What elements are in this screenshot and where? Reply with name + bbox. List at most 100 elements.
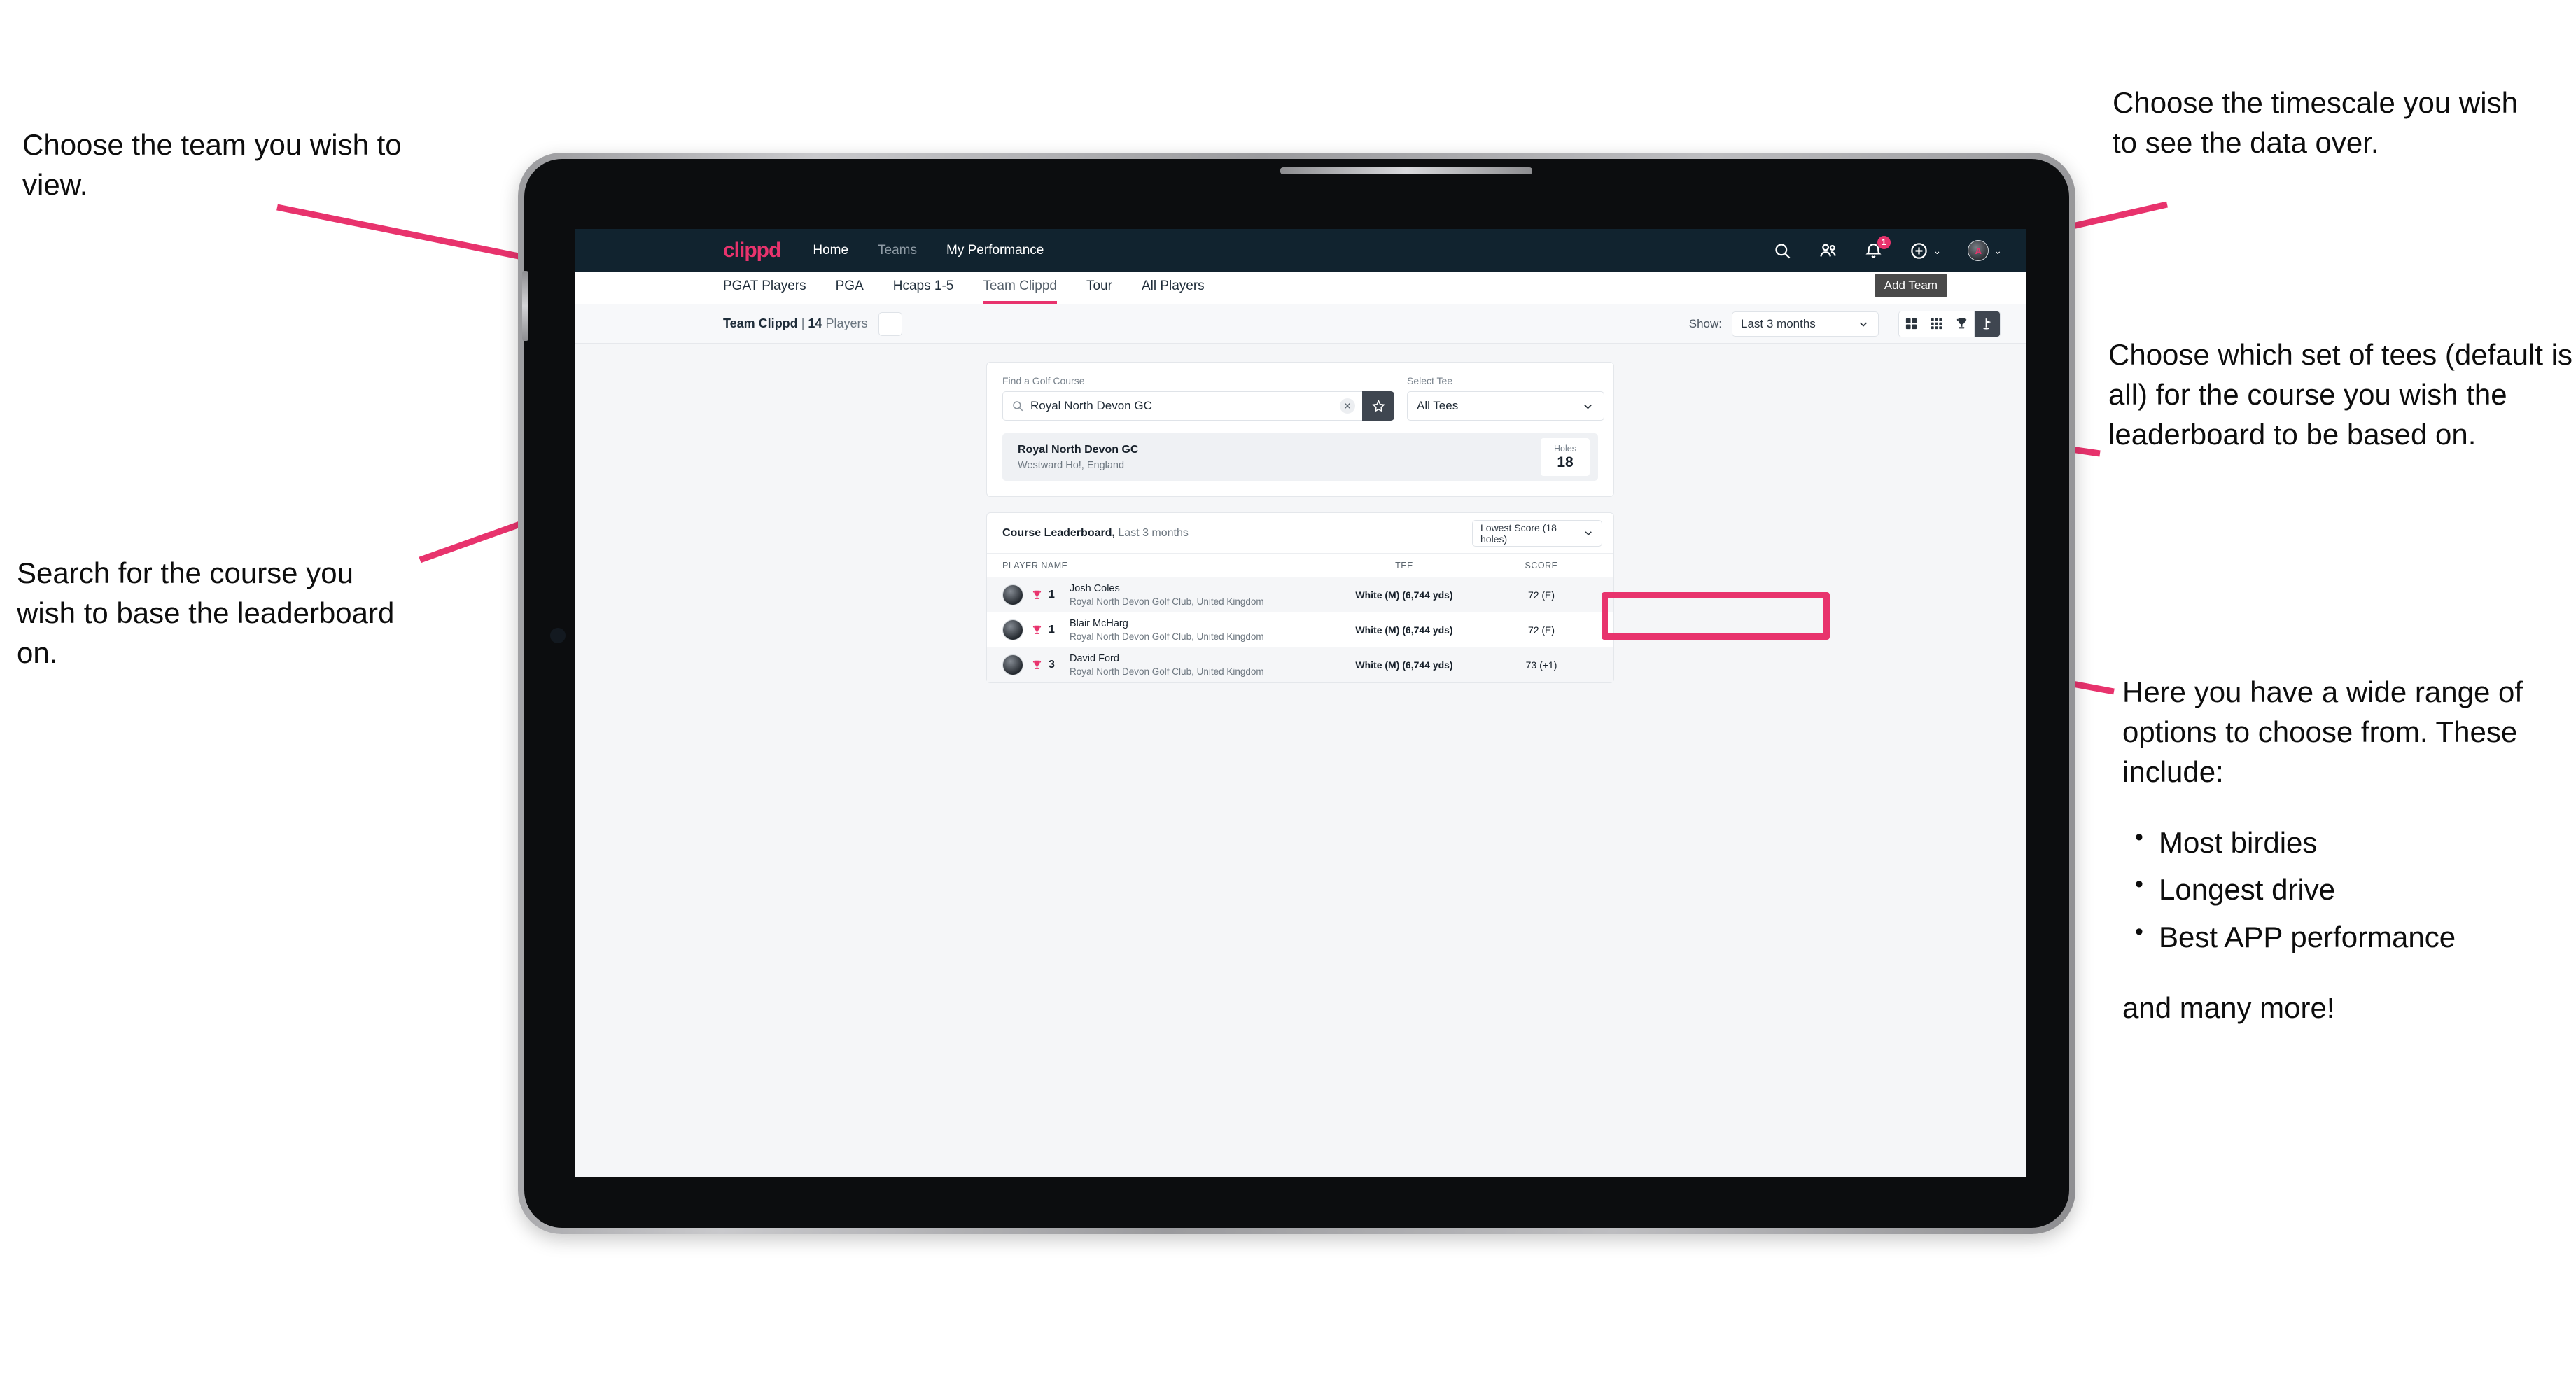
tab-tour[interactable]: Tour <box>1086 279 1112 304</box>
holes-value: 18 <box>1557 454 1574 470</box>
primary-nav: Home Teams My Performance <box>813 243 1044 258</box>
course-result-card[interactable]: Royal North Devon GC Westward Ho!, Engla… <box>1002 433 1598 481</box>
chevron-down-icon <box>1585 531 1592 536</box>
annotation-team: Choose the team you wish to view. <box>22 128 402 202</box>
golf-flag-view-button[interactable] <box>1975 311 2000 337</box>
player-club: Royal North Devon Golf Club, United King… <box>1070 666 1264 677</box>
annotation-timescale: Choose the timescale you wish to see the… <box>2113 86 2518 160</box>
app-header: clippd Home Teams My Performance 1 ⌄ A ⌄… <box>575 229 2026 298</box>
trophy-icon <box>1032 660 1042 669</box>
home-indicator <box>550 628 566 643</box>
tee-select-value: All Tees <box>1417 399 1459 412</box>
timescale-select[interactable]: Last 3 months <box>1732 311 1879 337</box>
annotation-options-list: Most birdies Longest drive Best APP perf… <box>2135 821 2570 956</box>
tee-select[interactable]: All Tees <box>1407 391 1604 421</box>
nav-item-teams[interactable]: Teams <box>878 243 917 258</box>
player-name: David Ford <box>1070 653 1119 664</box>
avatar[interactable]: A <box>1968 240 1989 261</box>
star-icon <box>1371 399 1385 412</box>
leaderboard-title-main: Course Leaderboard, <box>1002 526 1115 539</box>
course-search-input[interactable]: Royal North Devon GC ✕ <box>1002 391 1362 421</box>
tab-team-clippd[interactable]: Team Clippd <box>983 279 1057 304</box>
annotation-options-intro: Here you have a wide range of options to… <box>2122 676 2524 789</box>
leaderboard-column-headers: PLAYER NAME TEE SCORE <box>987 554 1614 578</box>
trophy-view-button[interactable] <box>1949 311 1975 337</box>
clippd-logo[interactable]: clippd <box>723 239 781 262</box>
tab-all-players[interactable]: All Players <box>1142 279 1205 304</box>
player-score: 72 (E) <box>1527 589 1555 601</box>
chevron-down-icon[interactable]: ⌄ <box>1994 245 2002 257</box>
team-players-word: Players <box>825 316 868 330</box>
notifications-bell-icon[interactable]: 1 <box>1864 235 1891 260</box>
search-icon[interactable] <box>1773 241 1792 260</box>
notification-badge: 1 <box>1877 235 1891 249</box>
trophy-icon <box>1032 625 1042 634</box>
add-menu[interactable]: ⌄ <box>1910 241 1942 260</box>
tablet-bezel: clippd Home Teams My Performance 1 ⌄ A ⌄… <box>522 159 2069 1228</box>
avatar <box>1002 584 1023 606</box>
player-name: Josh Coles <box>1070 583 1120 594</box>
volume-button[interactable] <box>522 271 528 341</box>
tab-pga[interactable]: PGA <box>836 279 864 304</box>
nav-item-home[interactable]: Home <box>813 243 848 258</box>
player-club: Royal North Devon Golf Club, United King… <box>1070 631 1264 642</box>
column-header-score: SCORE <box>1525 560 1558 570</box>
chevron-down-icon <box>1859 322 1868 327</box>
tablet-frame: clippd Home Teams My Performance 1 ⌄ A ⌄… <box>518 153 2076 1234</box>
tab-pgat-players[interactable]: PGAT Players <box>723 279 806 304</box>
main-content: Find a Golf Course Royal North Devon GC … <box>575 344 2026 683</box>
show-label: Show: <box>1688 316 1722 330</box>
chevron-down-icon[interactable]: ⌄ <box>1933 245 1942 257</box>
course-result-location: Westward Ho!, England <box>1018 459 1125 471</box>
tablet-screen: clippd Home Teams My Performance 1 ⌄ A ⌄… <box>575 229 2026 1177</box>
table-row[interactable]: 1 Blair McHarg Royal North Devon Golf Cl… <box>987 612 1614 648</box>
list-item: Longest drive <box>2135 868 2570 909</box>
nav-item-my-performance[interactable]: My Performance <box>946 243 1044 258</box>
annotation-options: Here you have a wide range of options to… <box>2122 672 2570 1028</box>
plus-circle-icon[interactable] <box>1910 241 1928 260</box>
avatar <box>1002 654 1023 676</box>
leaderboard-sort-select[interactable]: Lowest Score (18 holes) <box>1472 519 1602 547</box>
tee-select-label: Select Tee <box>1407 375 1453 386</box>
account-menu[interactable]: A ⌄ <box>1968 240 2002 261</box>
leaderboard-header: Course Leaderboard, Last 3 months Lowest… <box>987 513 1614 554</box>
add-team-tooltip: Add Team <box>1874 274 1947 298</box>
search-icon <box>1013 401 1023 412</box>
holes-label: Holes <box>1554 443 1576 454</box>
favourite-star-button[interactable] <box>1362 391 1394 421</box>
player-tee: White (M) (6,744 yds) <box>1355 589 1453 601</box>
player-club: Royal North Devon Golf Club, United King… <box>1070 596 1264 607</box>
list-item: Most birdies <box>2135 821 2570 862</box>
grid-3x3-view-button[interactable] <box>1924 311 1949 337</box>
column-header-tee: TEE <box>1395 560 1413 570</box>
table-row[interactable]: 3 David Ford Royal North Devon Golf Club… <box>987 648 1614 682</box>
team-name: Team Clippd <box>723 316 798 330</box>
course-search-field: Find a Golf Course Royal North Devon GC … <box>1002 375 1394 421</box>
table-row[interactable]: 1 Josh Coles Royal North Devon Golf Club… <box>987 578 1614 612</box>
tee-select-field: Select Tee All Tees <box>1407 375 1604 421</box>
tab-hcaps-1-5[interactable]: Hcaps 1-5 <box>893 279 954 304</box>
team-tabs: PGAT Players PGA Hcaps 1-5 Team Clippd T… <box>575 272 2026 304</box>
view-toggle-group <box>1898 310 2001 337</box>
clear-icon[interactable]: ✕ <box>1340 398 1355 414</box>
team-summary: Team Clippd | 14 Players <box>723 316 867 331</box>
column-header-player: PLAYER NAME <box>1002 560 1068 570</box>
avatar <box>1002 620 1023 640</box>
page-root: Choose the team you wish to view. Search… <box>0 0 2576 1386</box>
chevron-down-icon <box>1584 404 1592 409</box>
leaderboard-title: Course Leaderboard, Last 3 months <box>1002 527 1189 540</box>
holes-badge: Holes 18 <box>1541 438 1590 476</box>
edit-team-button[interactable] <box>878 312 903 336</box>
course-search-label: Find a Golf Course <box>1002 375 1085 386</box>
leaderboard-sort-value: Lowest Score (18 holes) <box>1480 522 1557 545</box>
player-rank: 3 <box>1049 659 1055 671</box>
people-icon[interactable] <box>1819 241 1837 260</box>
leaderboard-title-sub: Last 3 months <box>1114 526 1189 539</box>
team-player-count: 14 <box>808 316 822 330</box>
timescale-value: Last 3 months <box>1741 316 1816 330</box>
annotation-search: Search for the course you wish to base t… <box>17 556 395 670</box>
course-result-name: Royal North Devon GC <box>1018 443 1139 456</box>
player-rank: 1 <box>1049 589 1055 601</box>
grid-2x2-view-button[interactable] <box>1899 311 1924 337</box>
player-tee: White (M) (6,744 yds) <box>1355 624 1453 636</box>
